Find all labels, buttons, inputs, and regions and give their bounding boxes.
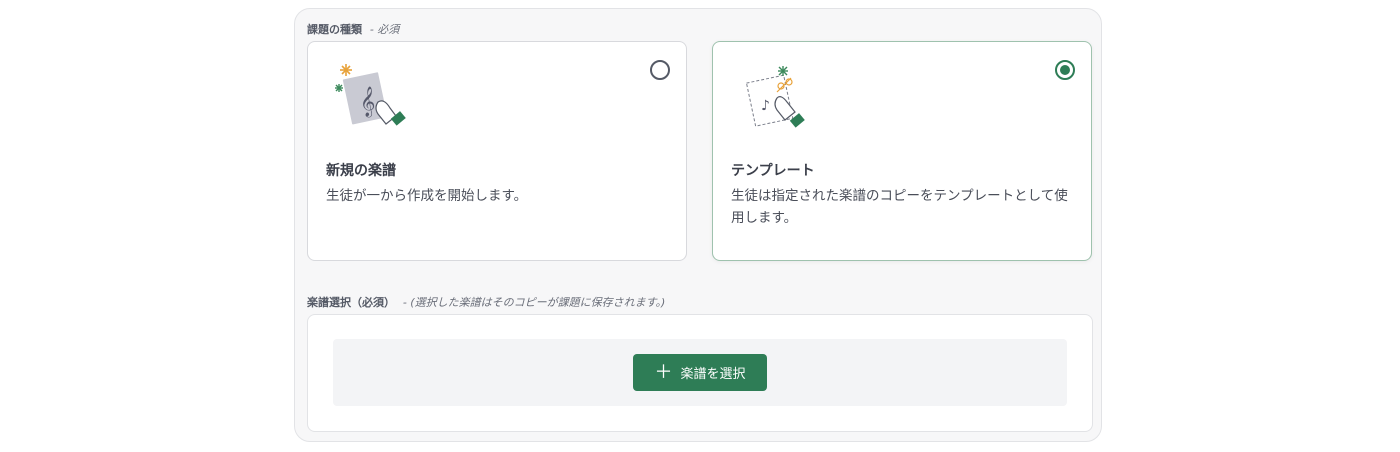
svg-text:𝄞: 𝄞 [360, 86, 375, 118]
option-card-new-score[interactable]: 𝄞 新規の楽譜 生徒が一から作成を開始します。 [307, 41, 687, 261]
assignment-type-label: 課題の種類 - 必須 [307, 21, 399, 37]
score-selection-label-text: 楽譜選択（必須） [307, 296, 395, 309]
new-score-radio[interactable] [650, 60, 670, 80]
template-description: 生徒は指定された楽譜のコピーをテンプレートとして使用します。 [731, 188, 1068, 226]
template-title: テンプレート [731, 163, 815, 179]
assignment-form-panel: 課題の種類 - 必須 𝄞 新規の楽譜 生徒が一から作成を開始します。 ♪ テンプ… [294, 8, 1102, 442]
score-selection-label: 楽譜選択（必須） - (選択した楽譜はそのコピーが課題に保存されます。) [307, 294, 665, 310]
required-hint: - 必須 [369, 23, 400, 36]
new-score-title: 新規の楽譜 [326, 163, 396, 179]
new-score-illustration-icon: 𝄞 [335, 64, 406, 126]
assignment-type-label-text: 課題の種類 [307, 23, 362, 36]
score-selection-box: ＋ 楽譜を選択 [307, 314, 1093, 432]
plus-icon: ＋ [654, 361, 673, 383]
score-selection-area: ＋ 楽譜を選択 [333, 339, 1067, 406]
option-card-template[interactable]: ♪ テンプレート 生徒は指定された楽譜のコピーをテンプレートとして使用します。 [712, 41, 1092, 261]
select-score-button[interactable]: ＋ 楽譜を選択 [633, 354, 767, 391]
template-illustration-icon: ♪ [745, 66, 805, 128]
new-score-description: 生徒が一から作成を開始します。 [326, 188, 528, 204]
select-score-button-label: 楽譜を選択 [680, 367, 746, 382]
template-radio[interactable] [1055, 60, 1075, 80]
svg-text:♪: ♪ [761, 98, 770, 114]
score-selection-hint: - (選択した楽譜はそのコピーが課題に保存されます。) [402, 296, 666, 309]
